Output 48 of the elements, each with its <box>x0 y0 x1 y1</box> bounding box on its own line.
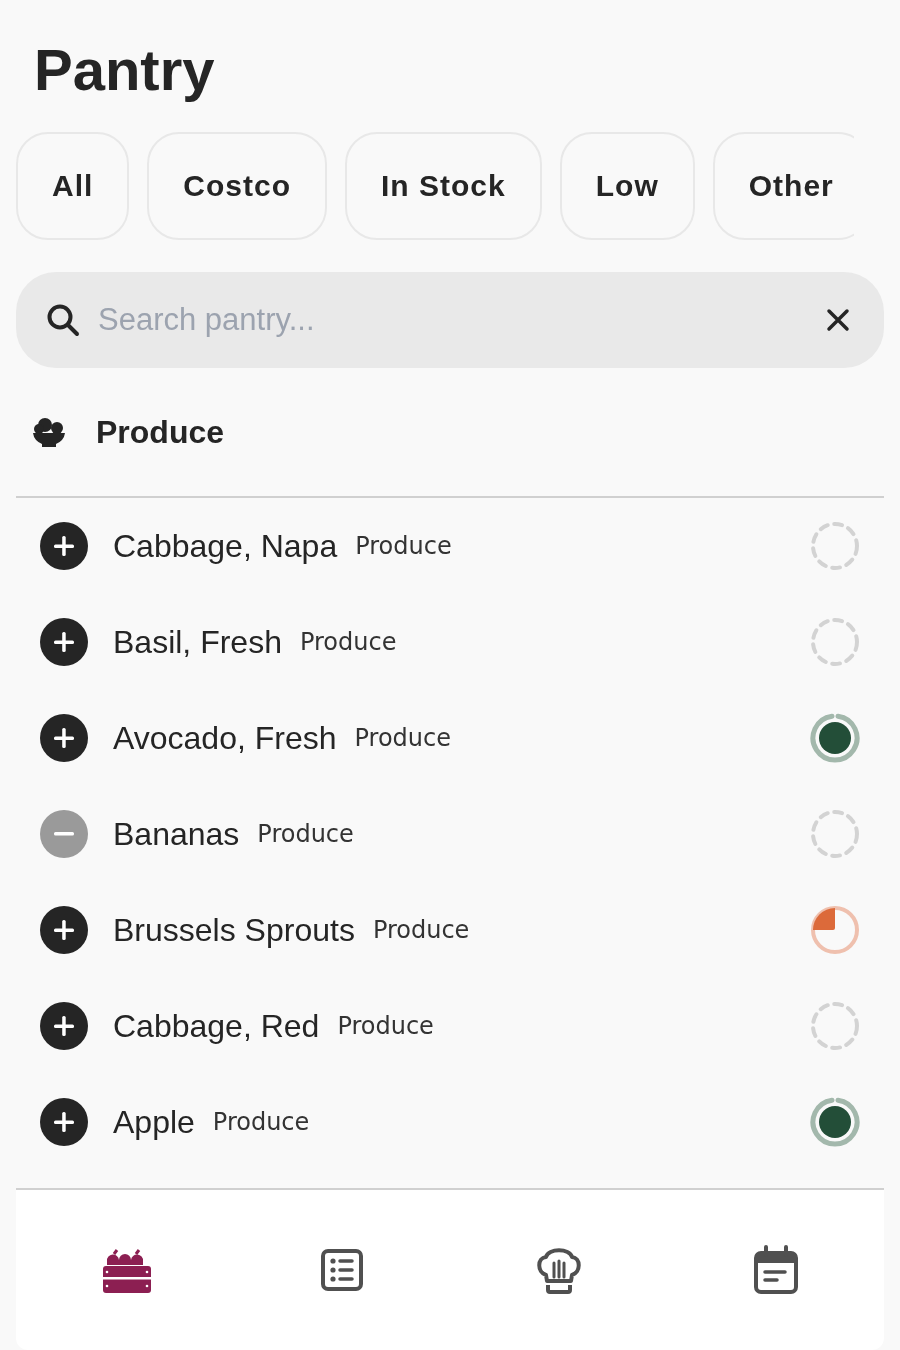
dashed-circle-icon <box>810 617 860 667</box>
plus-icon <box>54 536 74 556</box>
full-circle-icon <box>810 713 860 763</box>
dashed-circle-icon <box>810 521 860 571</box>
item-category: Produce <box>337 1012 434 1040</box>
remove-button[interactable] <box>40 810 88 858</box>
full-circle-icon <box>810 1097 860 1147</box>
item-category: Produce <box>257 820 354 848</box>
section-title: Produce <box>96 413 225 451</box>
item-name: Basil, Fresh <box>113 623 282 661</box>
item-name: Brussels Sprouts <box>113 911 355 949</box>
quarter-circle-icon <box>810 905 860 955</box>
add-button[interactable] <box>40 714 88 762</box>
page-title: Pantry <box>34 36 216 104</box>
plus-icon <box>54 632 74 652</box>
dashed-circle-icon <box>810 809 860 859</box>
item-category: Produce <box>372 916 470 944</box>
minus-icon <box>54 832 74 836</box>
filter-chip[interactable]: In Stock <box>345 132 542 240</box>
search-bar[interactable]: Search pantry... <box>16 272 884 368</box>
filter-chip[interactable]: Costco <box>147 132 328 240</box>
item-category: Produce <box>212 1108 310 1136</box>
add-button[interactable] <box>40 1098 88 1146</box>
filter-chip[interactable]: Low <box>559 132 695 240</box>
add-button[interactable] <box>40 1002 88 1050</box>
item-name: Cabbage, Napa <box>113 527 338 565</box>
plus-icon <box>54 1016 74 1036</box>
item-category: Produce <box>354 724 451 752</box>
filter-chip[interactable]: All <box>16 132 130 240</box>
add-button[interactable] <box>40 906 88 954</box>
item-category: Produce <box>299 628 397 656</box>
plus-icon <box>54 728 74 748</box>
item-name: Avocado, Fresh <box>113 719 337 757</box>
add-button[interactable] <box>40 618 88 666</box>
search-icon <box>46 303 80 337</box>
item-category: Produce <box>355 532 452 560</box>
search-field[interactable]: Search pantry... <box>96 301 806 339</box>
item-name: Bananas <box>113 815 240 853</box>
add-button[interactable] <box>40 522 88 570</box>
plus-icon <box>54 1112 74 1132</box>
filter-chip[interactable]: Other <box>712 132 854 240</box>
salad-bowl-icon <box>32 415 66 449</box>
calendar-icon <box>753 1245 800 1295</box>
dashed-circle-icon <box>810 1001 860 1051</box>
list-icon <box>320 1248 365 1292</box>
item-name: Cabbage, Red <box>113 1007 320 1045</box>
plus-icon <box>54 920 74 940</box>
item-name: Apple <box>113 1103 195 1141</box>
